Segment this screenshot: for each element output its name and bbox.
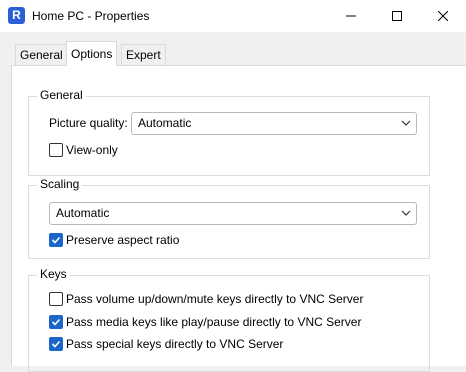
scaling-select[interactable]: Automatic: [49, 202, 417, 225]
window-title: Home PC - Properties: [32, 9, 150, 23]
view-only-checkbox[interactable]: [49, 143, 63, 157]
general-group: General: [28, 88, 430, 176]
maximize-button[interactable]: [374, 0, 420, 32]
checkmark-icon: [51, 236, 61, 244]
pass-special-keys-checkbox[interactable]: [49, 337, 63, 351]
preserve-aspect-label: Preserve aspect ratio: [66, 233, 180, 247]
scaling-group-title: Scaling: [37, 177, 83, 191]
tab-expert[interactable]: Expert: [121, 44, 166, 65]
scaling-value: Automatic: [56, 206, 110, 220]
pass-media-keys-checkbox[interactable]: [49, 315, 63, 329]
minimize-icon: [346, 15, 356, 17]
tab-strip: General Options Expert: [0, 32, 466, 66]
app-icon: R: [8, 7, 25, 24]
picture-quality-select[interactable]: Automatic: [131, 112, 417, 135]
chevron-down-icon: [401, 210, 411, 216]
checkmark-icon: [51, 318, 61, 326]
pass-volume-keys-label: Pass volume up/down/mute keys directly t…: [66, 292, 364, 306]
general-group-title: General: [37, 88, 86, 102]
preserve-aspect-checkbox[interactable]: [49, 233, 63, 247]
pass-media-keys-label: Pass media keys like play/pause directly…: [66, 315, 362, 329]
pass-special-keys-label: Pass special keys directly to VNC Server: [66, 337, 284, 351]
tab-options[interactable]: Options: [66, 41, 118, 66]
checkmark-icon: [51, 340, 61, 348]
picture-quality-value: Automatic: [138, 116, 192, 130]
picture-quality-label: Picture quality:: [49, 116, 128, 130]
keys-group-title: Keys: [37, 267, 70, 281]
title-bar: R Home PC - Properties: [0, 0, 466, 33]
maximize-icon: [392, 11, 402, 21]
close-button[interactable]: [420, 0, 466, 32]
pass-volume-keys-checkbox[interactable]: [49, 292, 63, 306]
minimize-button[interactable]: [328, 0, 374, 32]
view-only-label: View-only: [66, 143, 118, 157]
chevron-down-icon: [401, 120, 411, 126]
tab-general[interactable]: General: [15, 44, 68, 65]
close-icon: [438, 11, 448, 21]
